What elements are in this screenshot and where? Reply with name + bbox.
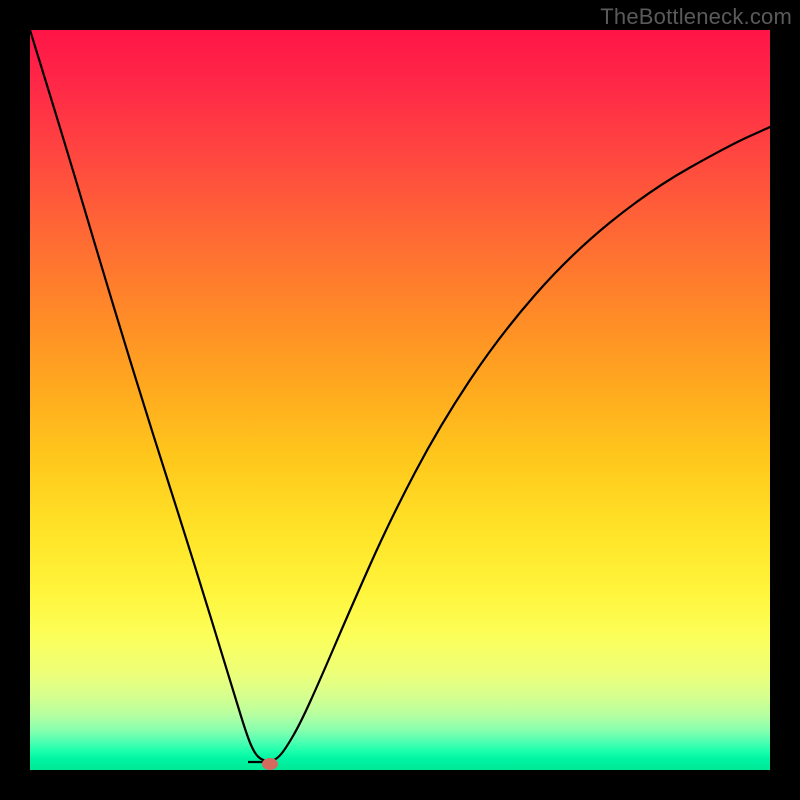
- watermark-label: TheBottleneck.com: [600, 4, 792, 30]
- curve-layer: [30, 30, 770, 770]
- minimum-marker: [262, 758, 278, 770]
- chart-frame: TheBottleneck.com: [0, 0, 800, 800]
- bottleneck-curve: [30, 30, 770, 761]
- plot-area: [30, 30, 770, 770]
